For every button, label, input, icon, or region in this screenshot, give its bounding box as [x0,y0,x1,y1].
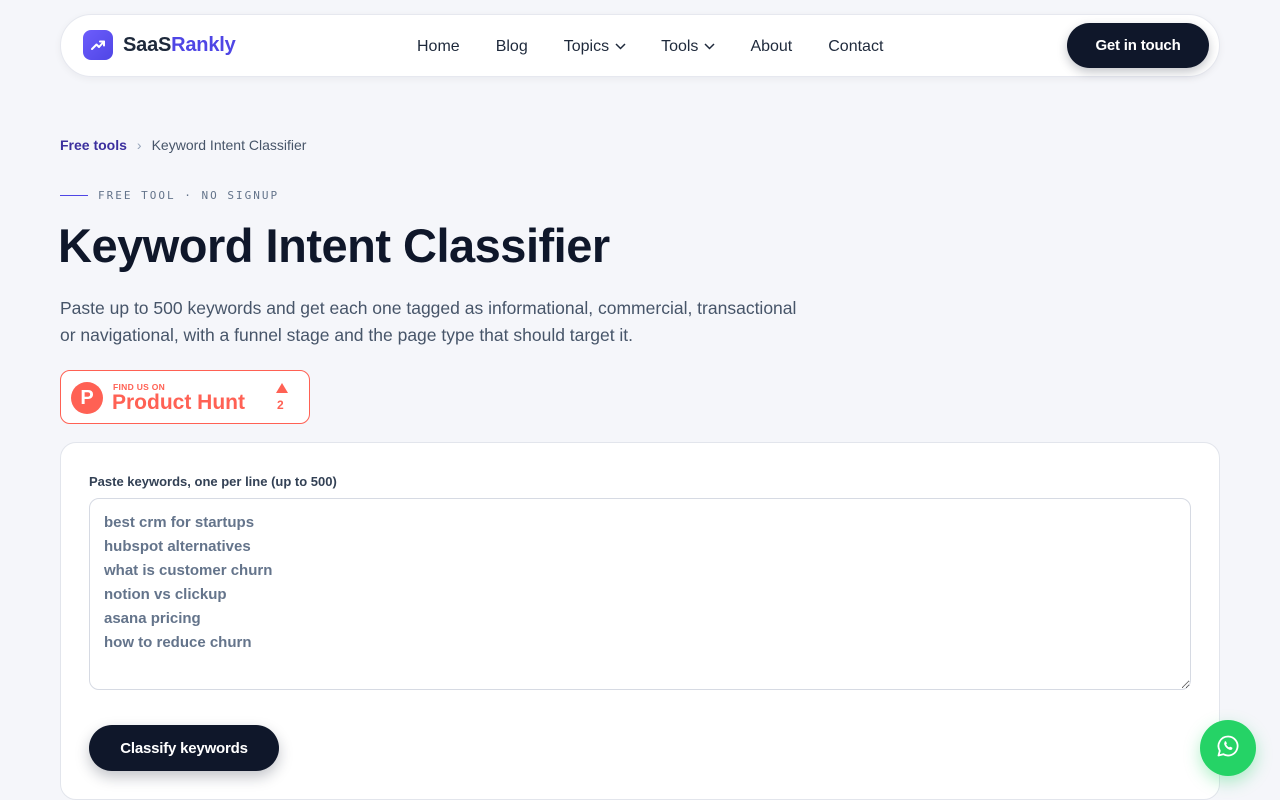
keywords-textarea[interactable] [89,498,1191,690]
nav-blog[interactable]: Blog [496,38,528,56]
breadcrumb-free-tools-link[interactable]: Free tools [60,137,127,153]
nav-home[interactable]: Home [417,38,460,56]
get-in-touch-button[interactable]: Get in touch [1067,23,1209,68]
nav-topics[interactable]: Topics [564,38,626,56]
brand-logo-link[interactable]: SaaSRankly [83,30,236,60]
page-title: Keyword Intent Classifier [58,219,610,272]
product-hunt-badge[interactable]: P FIND US ON Product Hunt 2 [60,370,310,424]
breadcrumb-current: Keyword Intent Classifier [151,137,307,153]
eyebrow: FREE TOOL · NO SIGNUP [60,189,279,202]
whatsapp-icon [1216,734,1240,763]
product-hunt-upvote-count: 2 [277,398,284,412]
nav-about[interactable]: About [750,38,792,56]
breadcrumb-separator: › [136,137,142,153]
keywords-label: Paste keywords, one per line (up to 500) [89,474,337,489]
page-description: Paste up to 500 keywords and get each on… [60,298,797,345]
chevron-down-icon [615,43,626,50]
main-nav: Home Blog Topics Tools About Contact [417,15,883,78]
nav-contact[interactable]: Contact [828,38,883,56]
whatsapp-chat-button[interactable] [1200,720,1256,776]
product-hunt-name: Product Hunt [112,391,245,414]
eyebrow-line [60,195,88,196]
chevron-down-icon [704,43,715,50]
product-hunt-logo-icon: P [71,382,103,414]
trending-up-icon [83,30,113,60]
classify-keywords-button[interactable]: Classify keywords [89,725,279,771]
site-header: SaaSRankly Home Blog Topics Tools About … [60,14,1220,77]
eyebrow-text: FREE TOOL · NO SIGNUP [98,189,280,202]
upvote-triangle-icon [276,383,288,393]
nav-tools[interactable]: Tools [661,38,715,56]
breadcrumb: Free tools › Keyword Intent Classifier [60,137,306,153]
tool-card: Paste keywords, one per line (up to 500)… [60,442,1220,800]
brand-name: SaaSRankly [123,33,236,56]
